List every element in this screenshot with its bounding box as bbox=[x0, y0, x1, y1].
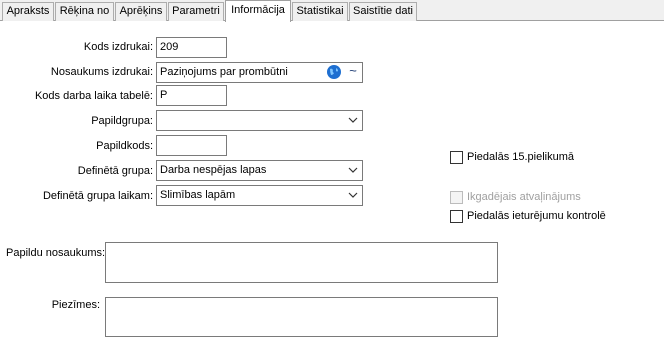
chevron-down-icon bbox=[348, 117, 358, 123]
tab-apraksts[interactable]: Apraksts bbox=[2, 2, 54, 21]
tab-parametri[interactable]: Parametri bbox=[168, 2, 224, 21]
papildu-nosaukums-textarea[interactable] bbox=[105, 242, 498, 283]
checkbox-label: Piedalās 15.pielikumā bbox=[467, 151, 575, 163]
kods-izdrukai-input[interactable]: 209 bbox=[156, 37, 227, 58]
checkbox-box[interactable] bbox=[450, 151, 463, 164]
tab-statistikai[interactable]: Statistikai bbox=[292, 2, 348, 21]
kods-darba-laika-input[interactable]: P bbox=[156, 85, 227, 106]
checkbox-label: Piedalās ieturējumu kontrolē bbox=[467, 210, 606, 222]
papildkods-label: Papildkods: bbox=[96, 140, 153, 152]
papildgrupa-label: Papildgrupa: bbox=[91, 115, 153, 127]
tab-rekina-no[interactable]: Rēķina no bbox=[55, 2, 114, 21]
papildgrupa-select[interactable] bbox=[156, 110, 363, 131]
definetagrupa-laikam-select[interactable]: Slimības lapām bbox=[156, 185, 363, 206]
checkbox-box[interactable] bbox=[450, 191, 463, 204]
tab-saistitie-dati[interactable]: Saistītie dati bbox=[349, 2, 417, 21]
definetagrupa-label: Definētā grupa: bbox=[77, 165, 153, 177]
definetagrupa-value: Darba nespējas lapas bbox=[160, 164, 267, 176]
checkbox-box[interactable] bbox=[450, 210, 463, 223]
definetagrupa-laikam-value: Slimības lapām bbox=[160, 189, 236, 201]
tilde-icon[interactable]: ~ bbox=[345, 64, 361, 80]
piezimes-label: Piezīmes: bbox=[51, 299, 100, 311]
nosaukums-izdrukai-value: Paziņojums par prombūtni bbox=[160, 66, 288, 78]
kods-darba-laika-label: Kods darba laika tabelē: bbox=[34, 90, 153, 102]
chevron-down-icon bbox=[348, 167, 358, 173]
globe-icon-graphic bbox=[327, 65, 341, 79]
kods-izdrukai-label: Kods izdrukai: bbox=[83, 41, 153, 53]
piezimes-textarea[interactable] bbox=[105, 297, 498, 337]
chevron-down-icon bbox=[348, 192, 358, 198]
definetagrupa-laikam-label: Definētā grupa laikam: bbox=[42, 190, 153, 202]
nosaukums-izdrukai-label: Nosaukums izdrukai: bbox=[50, 66, 153, 78]
informacija-panel: Kods izdrukai: 209 Nosaukums izdrukai: P… bbox=[0, 21, 664, 348]
papildu-nosaukums-label: Papildu nosaukums: bbox=[6, 247, 106, 259]
papildkods-input[interactable] bbox=[156, 135, 227, 156]
tab-aprekins[interactable]: Aprēķins bbox=[115, 2, 167, 21]
definetagrupa-select[interactable]: Darba nespējas lapas bbox=[156, 160, 363, 181]
tab-informacija[interactable]: Informācija bbox=[225, 0, 291, 22]
globe-icon[interactable] bbox=[327, 65, 341, 79]
tab-bar: Apraksts Rēķina no Aprēķins Parametri In… bbox=[0, 0, 664, 22]
checkbox-label: Ikgadējais atvaļinājums bbox=[467, 191, 581, 203]
